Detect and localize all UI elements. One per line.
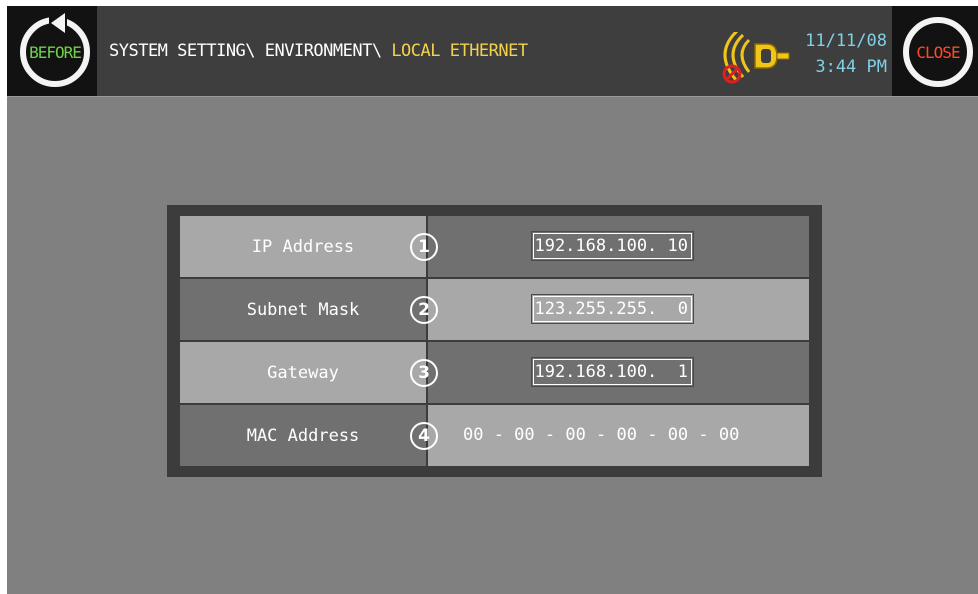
breadcrumb-current: LOCAL ETHERNET [391, 41, 528, 61]
gateway-label: Gateway [180, 342, 426, 403]
close-button[interactable]: CLOSE [892, 6, 978, 96]
number-2-icon: 2 [410, 296, 438, 324]
number-1-icon: 1 [410, 233, 438, 261]
number-4-icon: 4 [410, 422, 438, 450]
ip-address-label: IP Address [180, 216, 426, 277]
gateway-field[interactable]: 192.168.100. 1 [531, 357, 694, 387]
mac-address-label: MAC Address [180, 405, 426, 466]
number-3-icon: 3 [410, 359, 438, 387]
mac-address-value: 00 - 00 - 00 - 00 - 00 - 00 [463, 425, 740, 445]
screen: BEFORE SYSTEM SETTING\ ENVIRONMENT\ LOCA… [7, 6, 978, 594]
date-text: 11/11/08 [805, 31, 887, 51]
datetime: 11/11/08 3:44 PM [797, 28, 887, 80]
ip-address-field[interactable]: 192.168.100. 10 [531, 231, 694, 261]
subnet-mask-label: Subnet Mask [180, 279, 426, 340]
before-label: BEFORE [29, 42, 82, 62]
ip-address-row: IP Address 192.168.100. 10 1 [180, 216, 809, 277]
ethernet-settings-panel: IP Address 192.168.100. 10 1 Subnet Mask… [167, 205, 822, 477]
subnet-mask-field[interactable]: 123.255.255. 0 [531, 294, 694, 324]
time-text: 3:44 PM [815, 57, 887, 77]
ethernet-disconnected-icon [722, 32, 790, 84]
before-button[interactable]: BEFORE [7, 6, 97, 96]
close-label: CLOSE [916, 42, 960, 62]
settings-table: IP Address 192.168.100. 10 1 Subnet Mask… [180, 216, 809, 466]
mac-address-row: MAC Address 00 - 00 - 00 - 00 - 00 - 00 … [180, 405, 809, 466]
gateway-row: Gateway 192.168.100. 1 3 [180, 342, 809, 403]
breadcrumb-path: SYSTEM SETTING\ ENVIRONMENT\ [109, 41, 392, 61]
breadcrumb: SYSTEM SETTING\ ENVIRONMENT\ LOCAL ETHER… [109, 41, 528, 61]
header-bar: BEFORE SYSTEM SETTING\ ENVIRONMENT\ LOCA… [7, 6, 978, 97]
subnet-mask-row: Subnet Mask 123.255.255. 0 2 [180, 279, 809, 340]
